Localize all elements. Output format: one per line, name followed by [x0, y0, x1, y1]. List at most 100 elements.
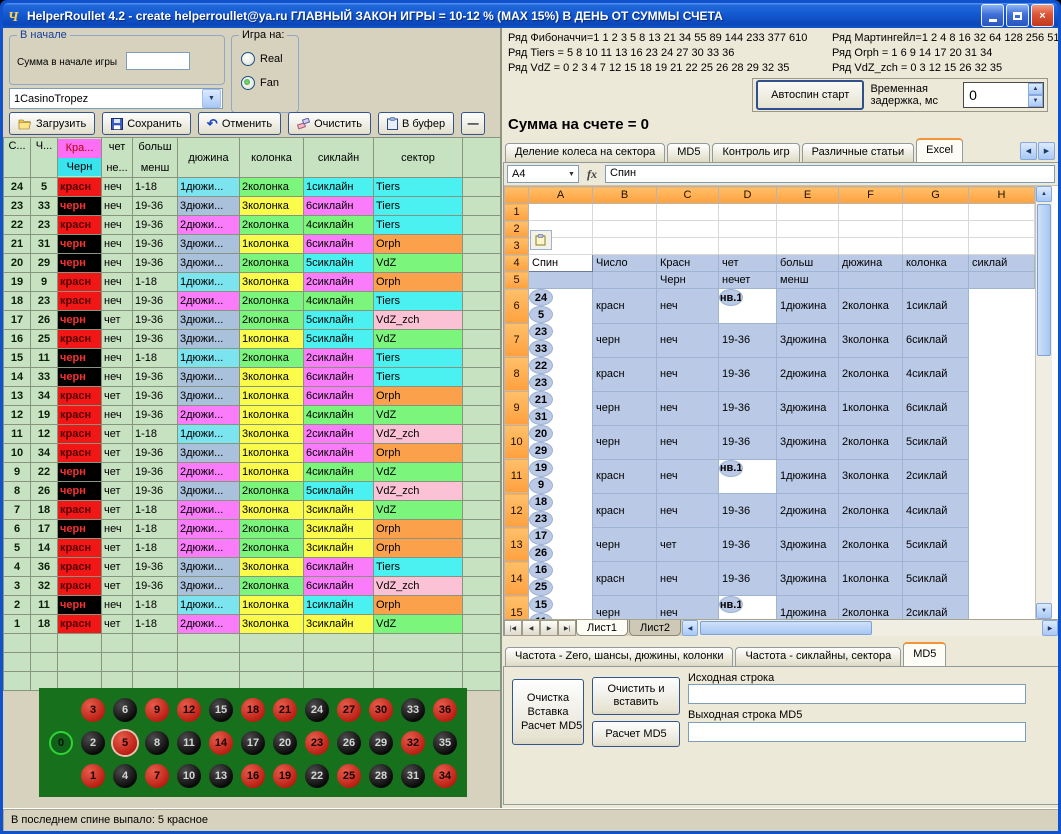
- roulette-number-10[interactable]: 10: [177, 764, 201, 788]
- excel-row-header-13[interactable]: 13: [505, 528, 529, 562]
- history-row[interactable]: 332краснчет19-363дюжи...2колонка6сиклайн…: [4, 577, 501, 596]
- excel-cell-G2[interactable]: [903, 221, 969, 238]
- excel-row-header-14[interactable]: 14: [505, 562, 529, 596]
- roulette-number-9[interactable]: 9: [145, 698, 169, 722]
- excel-cell-H8[interactable]: 4сиклай: [903, 357, 969, 391]
- roulette-number-19[interactable]: 19: [273, 764, 297, 788]
- excel-row-header-11[interactable]: 11: [505, 459, 529, 494]
- roulette-number-33[interactable]: 33: [401, 698, 425, 722]
- history-row[interactable]: 1726чернчет19-363дюжи...2колонка5сиклайн…: [4, 311, 501, 330]
- roulette-number-29[interactable]: 29: [369, 731, 393, 755]
- maximize-button[interactable]: [1006, 4, 1029, 27]
- excel-cell-E10[interactable]: 19-36: [719, 425, 777, 459]
- excel-cell-G14[interactable]: 1колонка: [839, 562, 903, 596]
- excel-cell-G4[interactable]: колонка: [903, 255, 969, 272]
- history-row[interactable]: 514краснчет1-182дюжи...2колонка3сиклайнO…: [4, 539, 501, 558]
- excel-cell-E8[interactable]: 19-36: [719, 357, 777, 391]
- history-row[interactable]: 199красннеч1-181дюжи...3колонка2сиклайнO…: [4, 273, 501, 292]
- excel-cell-F3[interactable]: [839, 238, 903, 255]
- excel-cell-A12[interactable]: 18: [529, 494, 553, 511]
- excel-cell-A5[interactable]: [529, 272, 593, 289]
- excel-select-all-corner[interactable]: [505, 187, 529, 204]
- excel-horizontal-scrollbar[interactable]: ◀ ▶: [682, 620, 1058, 636]
- excel-cell-G7[interactable]: 3колонка: [839, 323, 903, 357]
- excel-cell-E5[interactable]: менш: [777, 272, 839, 289]
- excel-cell-H15[interactable]: 2сиклай: [903, 596, 969, 620]
- excel-row-header-12[interactable]: 12: [505, 494, 529, 528]
- excel-cell-D6[interactable]: неч: [657, 289, 719, 324]
- roulette-number-23[interactable]: 23: [305, 731, 329, 755]
- paste-options-icon[interactable]: [530, 230, 552, 250]
- excel-column-header-C[interactable]: C: [657, 187, 719, 204]
- fx-icon[interactable]: fx: [582, 167, 602, 182]
- excel-cell-F10[interactable]: 3дюжина: [777, 425, 839, 459]
- roulette-number-5[interactable]: 5: [113, 731, 137, 755]
- minimize-button[interactable]: [981, 4, 1004, 27]
- roulette-number-30[interactable]: 30: [369, 698, 393, 722]
- excel-cell-D12[interactable]: неч: [657, 494, 719, 528]
- excel-cell-C10[interactable]: черн: [593, 425, 657, 459]
- delay-value[interactable]: 0: [964, 83, 1028, 107]
- tab-частота-сиклайны-сектора[interactable]: Частота - сиклайны, сектора: [735, 647, 901, 666]
- excel-cell-H9[interactable]: 6сиклай: [903, 391, 969, 425]
- sheet-first-button[interactable]: |◀: [504, 620, 522, 636]
- excel-column-header-B[interactable]: B: [593, 187, 657, 204]
- excel-cell-C3[interactable]: [657, 238, 719, 255]
- excel-cell-E9[interactable]: 19-36: [719, 391, 777, 425]
- excel-cell-E1[interactable]: [777, 204, 839, 221]
- tab-контроль-игр[interactable]: Контроль игр: [712, 143, 799, 162]
- excel-cell-G1[interactable]: [903, 204, 969, 221]
- excel-row-header-6[interactable]: 6: [505, 289, 529, 324]
- history-row[interactable]: 2131черннеч19-363дюжи...1колонка6сиклайн…: [4, 235, 501, 254]
- roulette-number-8[interactable]: 8: [145, 731, 169, 755]
- md5-calc-button[interactable]: Расчет MD5: [592, 721, 680, 747]
- excel-cell-D9[interactable]: неч: [657, 391, 719, 425]
- history-row[interactable]: 118краснчет1-182дюжи...3колонка3сиклайнV…: [4, 615, 501, 634]
- excel-cell-B10[interactable]: 29: [529, 442, 553, 459]
- roulette-number-2[interactable]: 2: [81, 731, 105, 755]
- excel-cell-F1[interactable]: [839, 204, 903, 221]
- excel-cell-A9[interactable]: 21: [529, 391, 553, 408]
- roulette-number-15[interactable]: 15: [209, 698, 233, 722]
- roulette-number-22[interactable]: 22: [305, 764, 329, 788]
- hscroll-track[interactable]: [698, 620, 1042, 636]
- excel-cell-G10[interactable]: 2колонка: [839, 425, 903, 459]
- sheet-last-button[interactable]: ▶|: [558, 620, 576, 636]
- excel-cell-G12[interactable]: 2колонка: [839, 494, 903, 528]
- delay-spinner[interactable]: 0 ▲ ▼: [963, 82, 1044, 108]
- excel-cell-B9[interactable]: 31: [529, 408, 553, 425]
- excel-cell-H13[interactable]: 5сиклай: [903, 528, 969, 562]
- excel-cell-F7[interactable]: 3дюжина: [777, 323, 839, 357]
- roulette-number-32[interactable]: 32: [401, 731, 425, 755]
- excel-cell-B3[interactable]: [593, 238, 657, 255]
- excel-cell-G8[interactable]: 2колонка: [839, 357, 903, 391]
- sheet-tab-лист1[interactable]: Лист1: [576, 620, 628, 636]
- excel-cell-E13[interactable]: 19-36: [719, 528, 777, 562]
- clear-button[interactable]: Очистить: [288, 112, 371, 135]
- excel-row-header-4[interactable]: 4: [505, 255, 529, 272]
- roulette-number-16[interactable]: 16: [241, 764, 265, 788]
- excel-cell-C15[interactable]: черн: [593, 596, 657, 620]
- roulette-number-36[interactable]: 36: [433, 698, 457, 722]
- excel-cell-H14[interactable]: 5сиклай: [903, 562, 969, 596]
- excel-cell-F13[interactable]: 3дюжина: [777, 528, 839, 562]
- hscroll-right-icon[interactable]: ▶: [1042, 620, 1058, 636]
- excel-cell-B12[interactable]: 23: [529, 511, 553, 528]
- excel-cell-D4[interactable]: чет: [719, 255, 777, 272]
- vscroll-track[interactable]: [1036, 202, 1052, 603]
- tab-scroll-left-icon[interactable]: ◀: [1020, 142, 1037, 160]
- history-row[interactable]: 718краснчет1-182дюжи...3колонка3сиклайнV…: [4, 501, 501, 520]
- tab-md5[interactable]: MD5: [667, 143, 710, 162]
- excel-cell-C8[interactable]: красн: [593, 357, 657, 391]
- autospin-start-button[interactable]: Автоспин старт: [756, 80, 864, 110]
- excel-cell-C11[interactable]: красн: [593, 459, 657, 494]
- tab-scroll-right-icon[interactable]: ▶: [1038, 142, 1055, 160]
- excel-cell-G5[interactable]: [903, 272, 969, 289]
- excel-cell-C13[interactable]: черн: [593, 528, 657, 562]
- title-bar[interactable]: Ч HelperRoullet 4.2 - create helperroull…: [3, 3, 1058, 28]
- excel-cell-E15[interactable]: янв.18: [719, 596, 743, 613]
- excel-cell-G15[interactable]: 2колонка: [839, 596, 903, 620]
- excel-row-header-15[interactable]: 15: [505, 596, 529, 620]
- save-button[interactable]: Сохранить: [102, 112, 191, 135]
- excel-vertical-scrollbar[interactable]: ▲ ▼: [1035, 186, 1052, 619]
